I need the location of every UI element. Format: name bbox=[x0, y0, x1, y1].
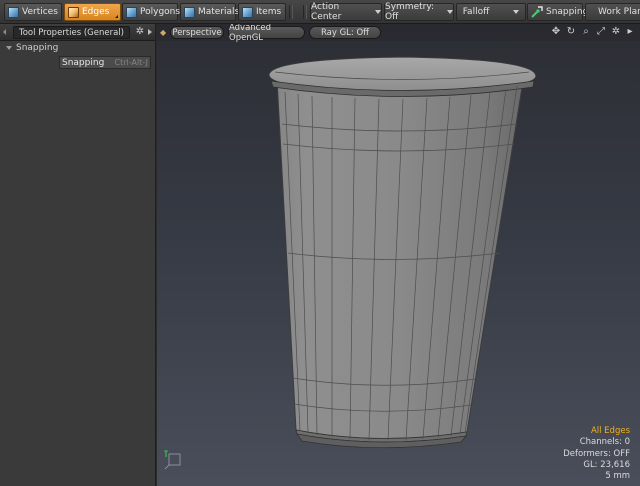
polygons-mode-button[interactable]: Polygons bbox=[122, 3, 181, 21]
toolbar-separator bbox=[303, 5, 307, 19]
expand-right-icon[interactable] bbox=[148, 29, 152, 35]
vertices-mode-label: Vertices bbox=[22, 7, 58, 17]
polygons-mode-label: Polygons bbox=[140, 7, 181, 17]
corner-indicator-icon bbox=[115, 15, 118, 18]
snapping-row-label: Snapping bbox=[62, 57, 105, 68]
materials-mode-button[interactable]: Materials bbox=[180, 3, 240, 21]
panel-title-tab[interactable]: Tool Properties (General) bbox=[13, 26, 130, 39]
axis-gizmo-icon bbox=[164, 450, 181, 470]
stats-deformers: Deformers: OFF bbox=[563, 448, 630, 459]
gear-icon[interactable]: ✲ bbox=[134, 26, 146, 38]
panel-title: Tool Properties (General) bbox=[18, 27, 124, 38]
edges-mode-icon bbox=[68, 6, 79, 18]
edges-mode-button[interactable]: Edges bbox=[64, 3, 121, 21]
falloff-dropdown[interactable]: Falloff bbox=[456, 3, 526, 21]
chevron-down-icon bbox=[447, 10, 453, 14]
items-mode-icon bbox=[242, 6, 253, 18]
falloff-label: Falloff bbox=[462, 7, 490, 17]
cup-model bbox=[268, 56, 537, 449]
snapping-section-header[interactable]: Snapping bbox=[0, 42, 155, 54]
polygons-mode-icon bbox=[126, 6, 137, 18]
tool-properties-panel: Tool Properties (General) ✲ Snapping Sna… bbox=[0, 24, 156, 486]
chevron-down-icon bbox=[513, 10, 520, 14]
work-plane-label: Work Plane bbox=[598, 7, 640, 17]
items-mode-button[interactable]: Items bbox=[238, 3, 286, 21]
materials-mode-icon bbox=[184, 6, 195, 18]
snapping-section-label: Snapping bbox=[16, 43, 59, 53]
work-plane-dropdown[interactable]: Work Plane bbox=[585, 3, 640, 21]
panel-header: Tool Properties (General) ✲ bbox=[0, 24, 155, 41]
stats-gl-count: GL: 23,616 bbox=[583, 459, 630, 470]
vertices-mode-button[interactable]: Vertices bbox=[4, 3, 62, 21]
top-toolbar: Vertices Edges Polygons Materials Items … bbox=[0, 0, 640, 24]
chevron-down-icon bbox=[375, 10, 381, 14]
stats-grid-unit: 5 mm bbox=[605, 471, 630, 482]
toolbar-separator bbox=[289, 5, 293, 19]
3d-viewport[interactable]: ◆ Perspective Advanced OpenGL Ray GL: Of… bbox=[157, 24, 640, 486]
materials-mode-label: Materials bbox=[198, 7, 240, 17]
vertices-mode-icon bbox=[8, 6, 19, 18]
symmetry-label: Symmetry: Off bbox=[385, 2, 435, 22]
action-center-dropdown[interactable]: Action Center bbox=[310, 2, 382, 22]
stats-selection-mode: All Edges bbox=[590, 426, 630, 436]
edges-mode-label: Edges bbox=[82, 7, 110, 17]
items-mode-label: Items bbox=[256, 7, 282, 17]
snapping-shortcut: Ctrl-Alt-J bbox=[114, 58, 148, 67]
app-window: Vertices Edges Polygons Materials Items … bbox=[0, 0, 640, 486]
symmetry-dropdown[interactable]: Symmetry: Off bbox=[384, 2, 454, 22]
action-center-label: Action Center bbox=[311, 2, 342, 22]
snapping-label: Snapping bbox=[546, 7, 589, 17]
viewport-stats: All Edges Channels: 0 Deformers: OFF GL:… bbox=[563, 426, 630, 482]
stats-channels: Channels: 0 bbox=[579, 437, 630, 448]
collapse-triangle-icon bbox=[6, 46, 12, 50]
snapping-icon bbox=[531, 6, 543, 18]
collapse-left-icon[interactable] bbox=[3, 29, 6, 35]
snapping-button[interactable]: Snapping bbox=[527, 3, 588, 21]
snapping-toggle-row[interactable]: Snapping Ctrl-Alt-J bbox=[59, 56, 151, 69]
